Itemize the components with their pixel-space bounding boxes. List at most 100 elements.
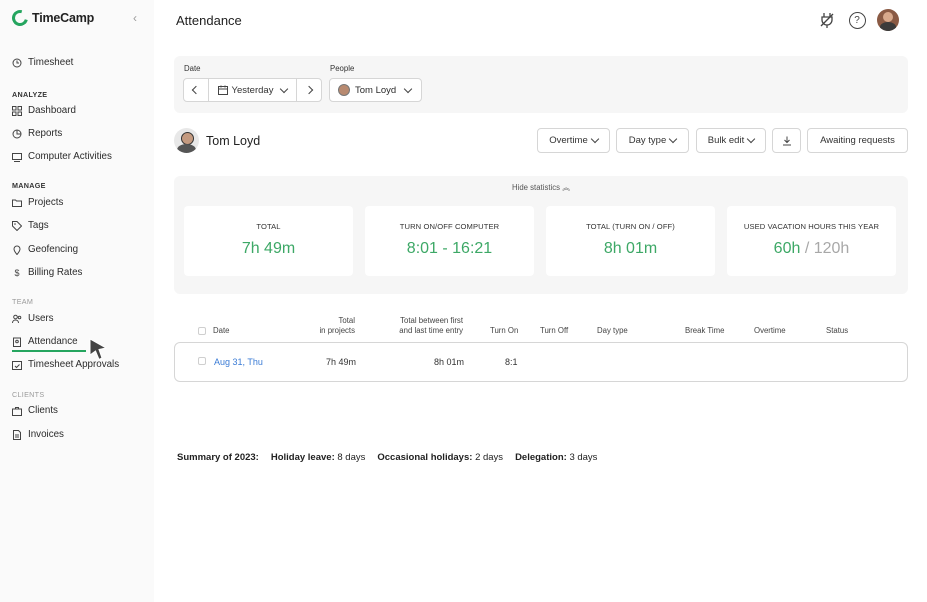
- sidebar-item-invoices[interactable]: Invoices: [12, 429, 64, 440]
- download-button[interactable]: [772, 128, 801, 153]
- delegation-value: 3 days: [569, 452, 598, 463]
- section-team: TEAM: [12, 297, 34, 306]
- hide-statistics-toggle[interactable]: Hide statistics ︽: [174, 182, 908, 193]
- bulk-edit-dropdown[interactable]: Bulk edit: [696, 128, 766, 153]
- chevron-down-icon: [280, 84, 289, 93]
- next-date-button[interactable]: [297, 79, 321, 101]
- briefcase-icon: [12, 406, 22, 416]
- vacation-limit: 120h: [813, 240, 850, 257]
- sidebar-item-label: Geofencing: [28, 244, 79, 255]
- sidebar: TimeCamp ‹ Timesheet ANALYZE Dashboard R…: [0, 0, 154, 602]
- chevron-down-icon: [746, 134, 756, 144]
- column-status: Status: [826, 326, 849, 335]
- map-pin-icon: [13, 245, 21, 255]
- sidebar-item-timesheet[interactable]: Timesheet: [12, 57, 73, 68]
- column-turn-off: Turn Off: [540, 326, 569, 335]
- sidebar-item-label: Computer Activities: [28, 151, 112, 162]
- column-day-type: Day type: [597, 326, 628, 335]
- sidebar-item-users[interactable]: Users: [12, 313, 54, 324]
- folder-icon: [12, 199, 22, 207]
- people-value: Tom Loyd: [355, 84, 397, 96]
- summary-delegation: Delegation: 3 days: [515, 452, 597, 463]
- overtime-label: Overtime: [549, 135, 588, 146]
- row-date-link[interactable]: Aug 31, Thu: [214, 357, 263, 367]
- calendar-icon: [217, 85, 228, 95]
- sidebar-item-label: Reports: [28, 128, 63, 139]
- brand-logo[interactable]: TimeCamp: [9, 7, 95, 29]
- row-total-between: 8h 01m: [433, 357, 464, 367]
- overtime-dropdown[interactable]: Overtime: [537, 128, 610, 153]
- awaiting-requests-button[interactable]: Awaiting requests: [807, 128, 908, 153]
- summary-occasional: Occasional holidays: 2 days: [377, 452, 503, 463]
- day-type-dropdown[interactable]: Day type: [616, 128, 689, 153]
- hide-statistics-label: Hide statistics: [511, 183, 561, 192]
- stat-label: TURN ON/OFF COMPUTER: [399, 222, 500, 231]
- users-icon: [12, 314, 22, 323]
- collapse-sidebar-icon[interactable]: ‹: [133, 11, 137, 25]
- stat-label: TOTAL: [256, 222, 281, 231]
- header-actions: ?: [817, 9, 899, 31]
- filter-panel: Date Yesterday People Tom Loyd: [174, 56, 908, 113]
- sidebar-item-reports[interactable]: Reports: [12, 128, 62, 139]
- column-total-between-line1: Total between first: [400, 316, 463, 325]
- stat-value: 8h 01m: [603, 240, 658, 257]
- column-break-time: Break Time: [685, 326, 725, 335]
- app-window: TimeCamp ‹ Timesheet ANALYZE Dashboard R…: [0, 0, 927, 602]
- brand-name: TimeCamp: [32, 11, 95, 25]
- mouse-cursor-icon: [89, 338, 108, 360]
- occasional-value: 2 days: [475, 452, 504, 463]
- table-row[interactable]: Aug 31, Thu 7h 49m 8h 01m 8:1: [174, 342, 908, 382]
- sidebar-item-billing-rates[interactable]: $ Billing Rates: [12, 267, 82, 278]
- summary-title: Summary of 2023:: [177, 452, 259, 463]
- row-checkbox[interactable]: [198, 357, 206, 365]
- sidebar-item-dashboard[interactable]: Dashboard: [12, 105, 76, 116]
- column-total-projects: Total in projects: [305, 316, 355, 336]
- holiday-label: Holiday leave:: [270, 452, 335, 463]
- vacation-used: 60h: [773, 240, 801, 257]
- sidebar-item-label: Attendance: [28, 336, 78, 347]
- chevrons-up-icon: ︽: [562, 183, 571, 192]
- sidebar-item-clients[interactable]: Clients: [12, 405, 58, 416]
- profile-avatar[interactable]: [877, 9, 899, 31]
- sidebar-item-label: Timesheet: [28, 57, 74, 68]
- active-item-indicator: [12, 350, 86, 352]
- chevron-down-icon: [590, 134, 600, 144]
- column-total-between: Total between first and last time entry: [383, 316, 463, 336]
- people-label: People: [330, 64, 355, 73]
- summary-holiday: Holiday leave: 8 days: [271, 452, 366, 463]
- sidebar-item-projects[interactable]: Projects: [12, 197, 63, 208]
- sidebar-item-geofencing[interactable]: Geofencing: [12, 244, 78, 255]
- help-button[interactable]: ?: [847, 10, 867, 30]
- user-avatar: [174, 128, 199, 153]
- date-select[interactable]: Yesterday: [208, 79, 297, 101]
- chevron-down-icon: [403, 84, 413, 93]
- sidebar-item-label: Users: [28, 313, 54, 324]
- grid-icon: [12, 105, 22, 116]
- column-total-projects-line1: Total: [338, 316, 355, 325]
- sidebar-item-timesheet-approvals[interactable]: Timesheet Approvals: [12, 359, 119, 370]
- occasional-label: Occasional holidays:: [377, 452, 473, 463]
- column-total-between-line2: and last time entry: [399, 326, 463, 335]
- date-label: Date: [184, 64, 201, 73]
- stat-label: TOTAL (TURN ON / OFF): [586, 222, 675, 231]
- stat-value: 7h 49m: [241, 240, 296, 257]
- date-picker: Yesterday: [183, 78, 322, 102]
- row-turn-on: 8:1: [505, 357, 518, 367]
- calendar-check-icon: [12, 360, 22, 370]
- people-select[interactable]: Tom Loyd: [329, 78, 422, 102]
- select-all-checkbox[interactable]: [198, 327, 206, 335]
- question-icon: ?: [848, 11, 866, 29]
- previous-date-button[interactable]: [184, 79, 208, 101]
- stat-value: 8:01 - 16:21: [406, 240, 493, 257]
- plugin-icon[interactable]: [817, 10, 837, 30]
- sidebar-item-tags[interactable]: Tags: [12, 220, 49, 231]
- year-summary: Summary of 2023: Holiday leave: 8 days O…: [177, 452, 597, 463]
- stat-card-total: TOTAL 7h 49m: [184, 206, 353, 276]
- chevron-down-icon: [669, 134, 678, 144]
- awaiting-requests-label: Awaiting requests: [820, 135, 895, 146]
- stat-label: USED VACATION HOURS THIS YEAR: [743, 222, 880, 231]
- stat-value: 60h / 120h: [727, 240, 896, 258]
- section-manage: MANAGE: [12, 181, 46, 190]
- sidebar-item-attendance[interactable]: Attendance: [12, 336, 78, 347]
- sidebar-item-computer-activities[interactable]: Computer Activities: [12, 151, 112, 162]
